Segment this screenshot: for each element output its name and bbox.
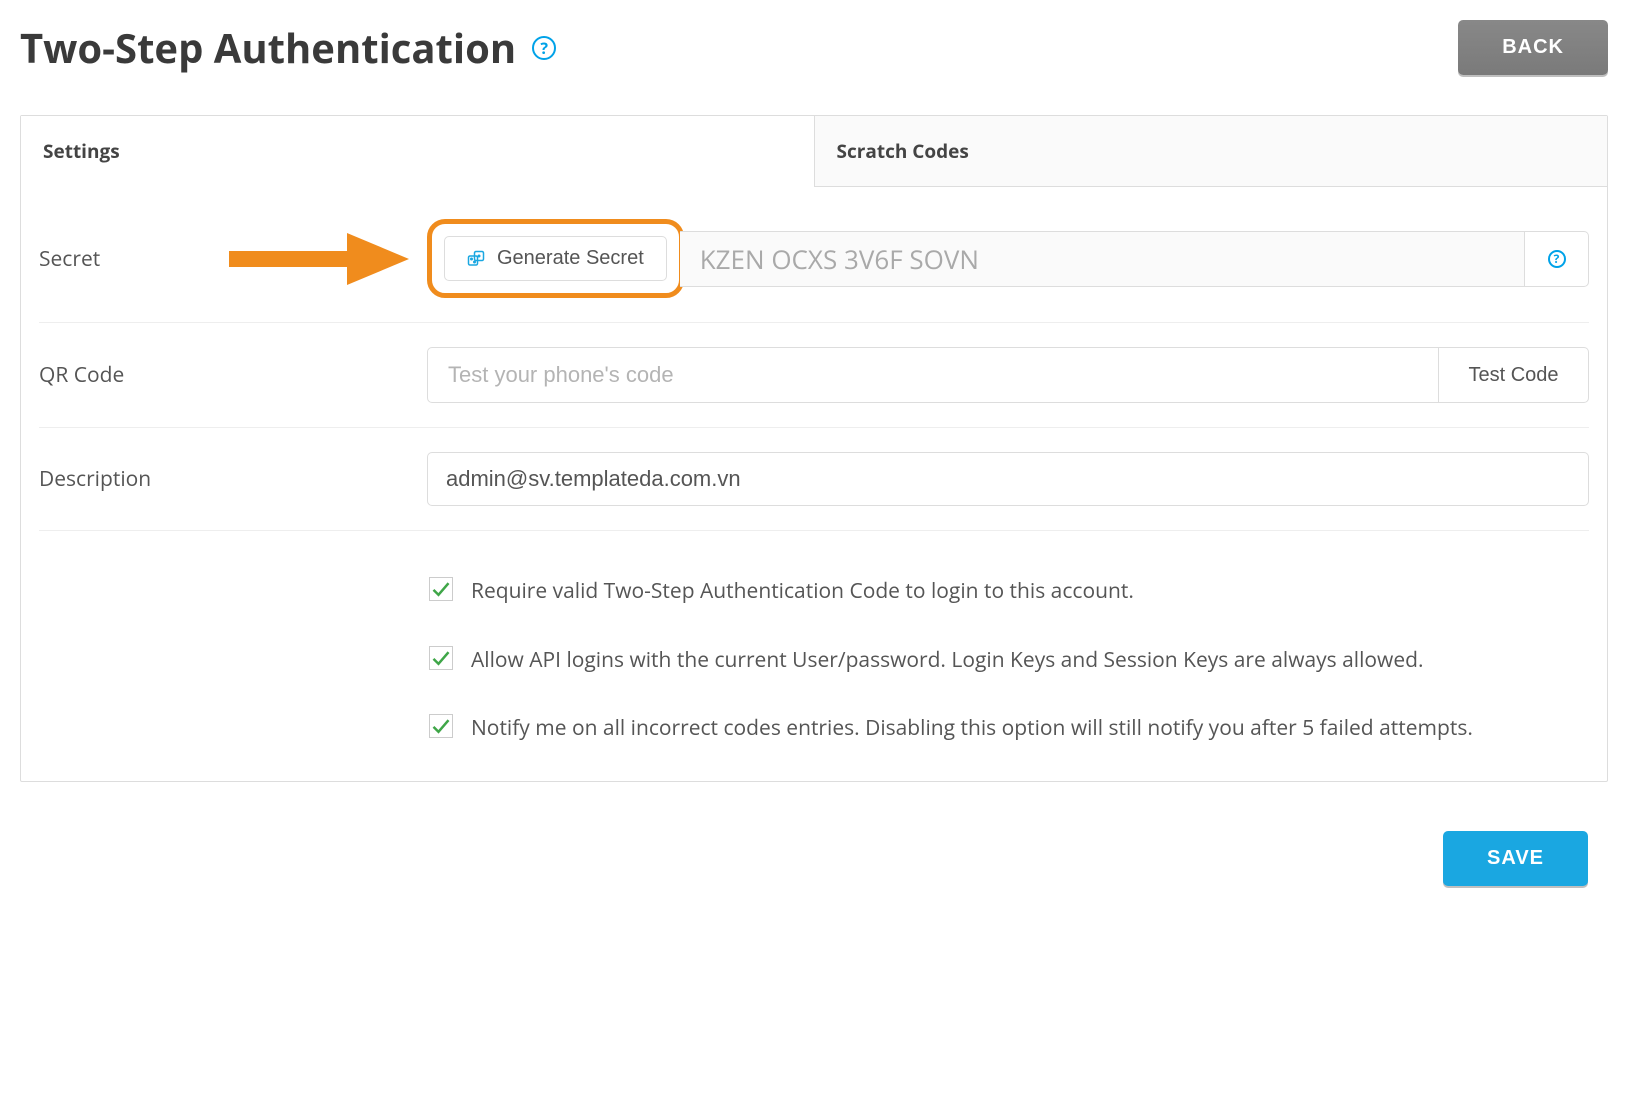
settings-panel: Settings Scratch Codes Secret (20, 115, 1608, 782)
generate-secret-button[interactable]: Generate Secret (444, 236, 667, 281)
generate-secret-label: Generate Secret (497, 247, 644, 270)
option-notify-label: Notify me on all incorrect codes entries… (471, 712, 1473, 745)
checkbox-notify[interactable] (429, 714, 453, 738)
footer: SAVE (20, 782, 1608, 882)
page-title: Two-Step Authentication ? (20, 20, 556, 75)
label-qr-code: QR Code (39, 361, 409, 389)
tab-scratch-codes[interactable]: Scratch Codes (814, 116, 1608, 187)
panel-body: Secret (21, 187, 1607, 781)
qr-test-input[interactable] (427, 347, 1439, 403)
secret-help-button[interactable]: ? (1525, 231, 1589, 287)
secret-value: KZEN OCXS 3V6F SOVN (680, 231, 1525, 287)
test-code-button[interactable]: Test Code (1439, 347, 1589, 403)
dice-icon (467, 250, 485, 268)
page-title-text: Two-Step Authentication (20, 20, 516, 75)
option-allow-api: Allow API logins with the current User/p… (429, 614, 1589, 683)
save-button[interactable]: SAVE (1443, 831, 1588, 886)
generate-secret-highlight: Generate Secret (427, 219, 684, 298)
label-description: Description (39, 465, 409, 493)
tab-bar: Settings Scratch Codes (21, 116, 1607, 187)
row-secret: Secret (39, 195, 1589, 323)
back-button[interactable]: BACK (1458, 20, 1608, 75)
help-icon: ? (1548, 250, 1566, 268)
option-notify: Notify me on all incorrect codes entries… (429, 682, 1589, 751)
arrow-annotation (229, 233, 409, 285)
tab-settings[interactable]: Settings (21, 116, 814, 187)
option-require-2fa: Require valid Two-Step Authentication Co… (429, 555, 1589, 614)
help-icon[interactable]: ? (532, 36, 556, 60)
row-qr-code: QR Code Test Code (39, 323, 1589, 428)
checkbox-require-2fa[interactable] (429, 577, 453, 601)
description-input[interactable] (427, 452, 1589, 506)
row-options: Require valid Two-Step Authentication Co… (39, 531, 1589, 751)
row-description: Description (39, 428, 1589, 531)
label-secret: Secret (39, 245, 409, 273)
option-allow-api-label: Allow API logins with the current User/p… (471, 644, 1423, 677)
page-header: Two-Step Authentication ? BACK (20, 20, 1608, 75)
option-require-2fa-label: Require valid Two-Step Authentication Co… (471, 575, 1134, 608)
checkbox-allow-api[interactable] (429, 646, 453, 670)
